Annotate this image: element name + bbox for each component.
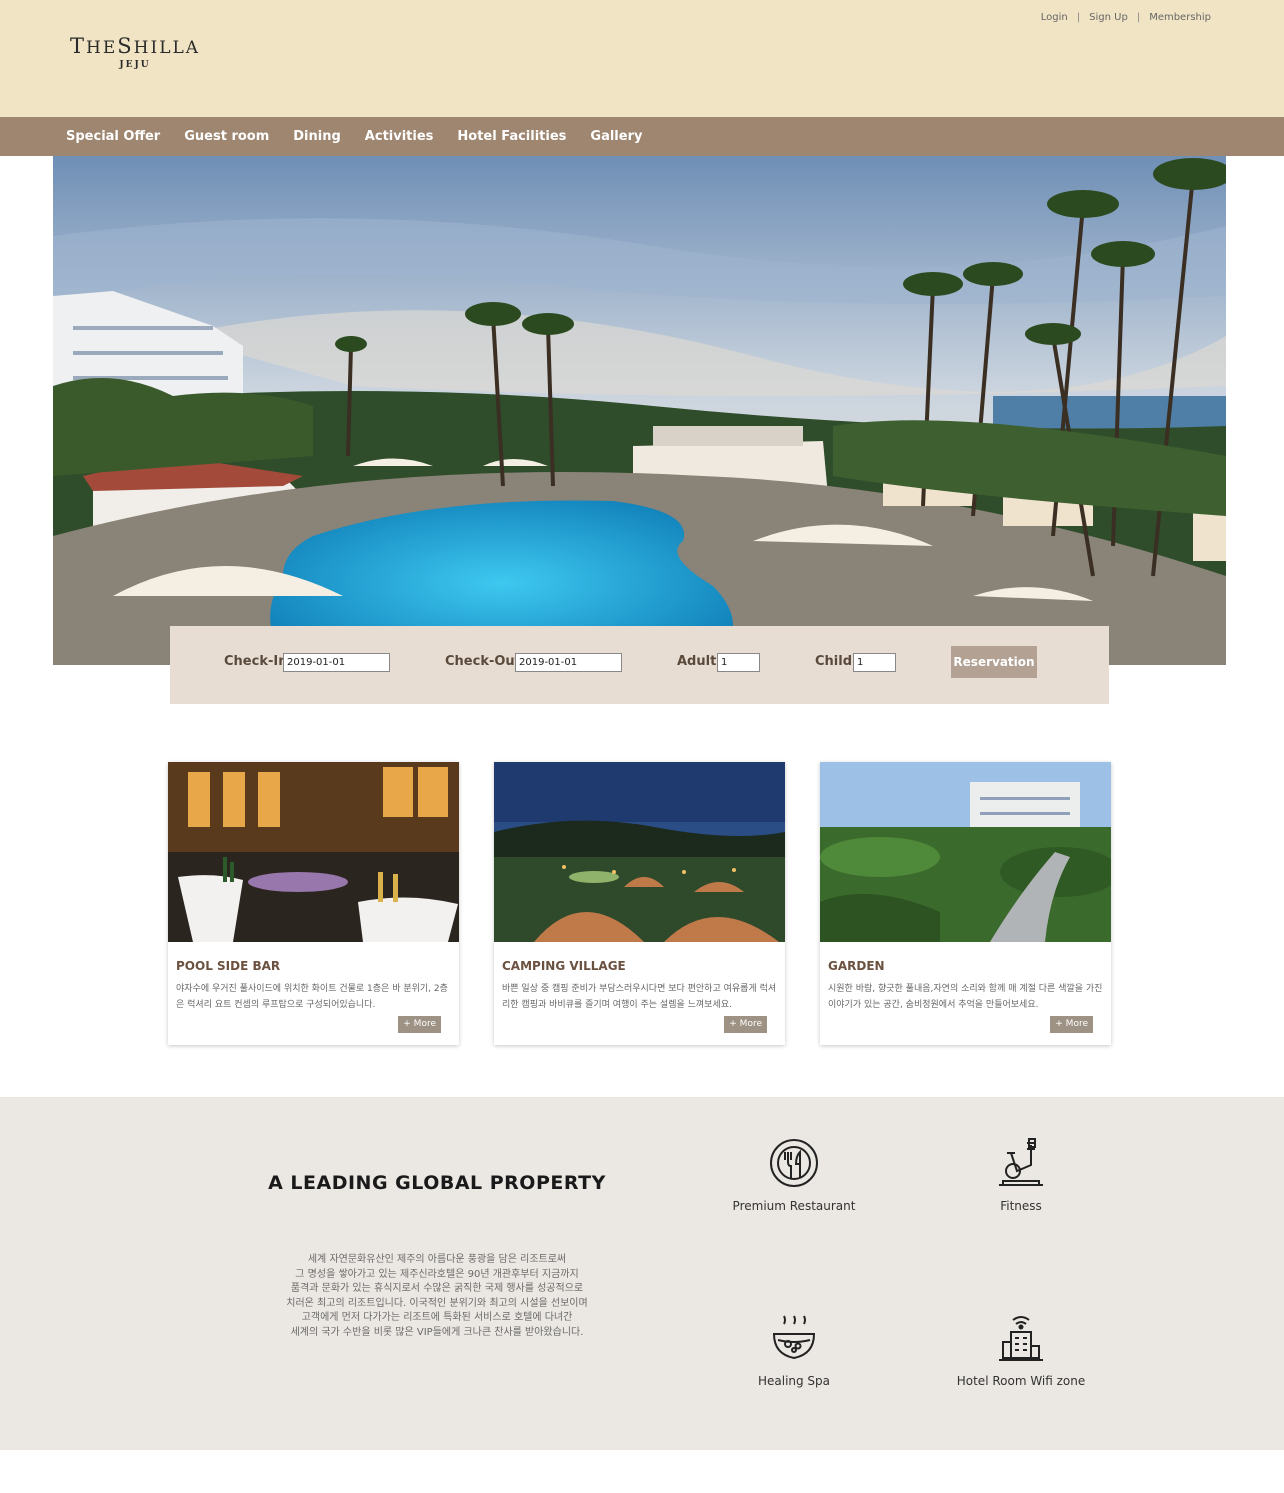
logo[interactable]: THESHILLA JEJU (70, 34, 200, 70)
divider: | (1076, 12, 1081, 23)
spa-bowl-icon (766, 1310, 822, 1366)
property-description: 세계 자연문화유산인 제주의 아름다운 풍광을 담은 리조트로써 그 명성을 쌓… (230, 1253, 644, 1340)
divider: | (1136, 12, 1141, 23)
child-label: Child (815, 654, 853, 669)
fitness-bike-icon (993, 1135, 1049, 1191)
card-camping-village: CAMPING VILLAGE 바쁜 일상 중 캠핑 준비가 부담스러우시다면 … (494, 762, 785, 1045)
more-button[interactable]: + More (398, 1016, 441, 1033)
reservation-button[interactable]: Reservation (951, 646, 1037, 678)
more-button[interactable]: + More (724, 1016, 767, 1033)
logo-wordmark: THESHILLA (70, 34, 201, 58)
card-title: CAMPING VILLAGE (502, 959, 626, 973)
card-garden: GARDEN 시원한 바람, 향긋한 풀내음,자연의 소리와 함께 매 계절 다… (820, 762, 1111, 1045)
restaurant-icon (766, 1135, 822, 1191)
feature-label: Fitness (1000, 1199, 1042, 1213)
wifi-building-icon (993, 1310, 1049, 1366)
feature-label: Premium Restaurant (732, 1199, 856, 1213)
card-title: GARDEN (828, 959, 885, 973)
description-line: 고객에게 먼저 다가가는 리조트에 특화된 서비스로 호텔에 다녀간 (301, 1312, 573, 1323)
property-title: A LEADING GLOBAL PROPERTY (268, 1172, 606, 1194)
checkin-input[interactable] (283, 653, 390, 672)
feature-wifi-zone: Hotel Room Wifi zone (921, 1310, 1121, 1388)
checkin-label: Check-In (224, 654, 288, 669)
adult-label: Adult (677, 654, 717, 669)
card-description: 시원한 바람, 향긋한 풀내음,자연의 소리와 함께 매 계절 다른 색깔을 가… (828, 984, 1103, 1010)
membership-link[interactable]: Membership (1149, 12, 1211, 23)
checkout-label: Check-Out (445, 654, 521, 669)
logo-subtitle: JEJU (119, 60, 151, 70)
card-image (820, 762, 1111, 942)
feature-fitness: Fitness (921, 1135, 1121, 1213)
more-button[interactable]: + More (1050, 1016, 1093, 1033)
feature-premium-restaurant: Premium Restaurant (694, 1135, 894, 1213)
card-title: POOL SIDE BAR (176, 959, 281, 973)
child-input[interactable] (853, 653, 896, 672)
utility-links: Login | Sign Up | Membership (1041, 12, 1211, 23)
nav-dining[interactable]: Dining (293, 129, 341, 144)
card-pool-side-bar: POOL SIDE BAR 야자수에 우거진 풀사이드에 위치한 화이트 건물로… (168, 762, 459, 1045)
card-image (168, 762, 459, 942)
reservation-bar: Check-In Check-Out Adult Child Reservati… (170, 626, 1109, 704)
description-line: 세계 자연문화유산인 제주의 아름다운 풍광을 담은 리조트로써 (307, 1254, 567, 1265)
property-section: A LEADING GLOBAL PROPERTY 세계 자연문화유산인 제주의… (0, 1097, 1284, 1450)
nav-hotel-facilities[interactable]: Hotel Facilities (457, 129, 566, 144)
feature-label: Hotel Room Wifi zone (956, 1374, 1086, 1388)
signup-link[interactable]: Sign Up (1089, 12, 1128, 23)
adult-input[interactable] (717, 653, 760, 672)
card-image (494, 762, 785, 942)
description-line: 세계의 국가 수반을 비롯 많은 VIP들에게 크나큰 찬사를 받아왔습니다. (290, 1326, 584, 1338)
nav-special-offer[interactable]: Special Offer (66, 129, 160, 144)
main-nav: Special Offer Guest room Dining Activiti… (0, 117, 1284, 156)
login-link[interactable]: Login (1041, 12, 1068, 23)
header: THESHILLA JEJU Login | Sign Up | Members… (0, 0, 1284, 117)
description-line: 치러온 최고의 리조트입니다. 이국적인 분위기와 최고의 시설을 선보이며 (286, 1297, 588, 1309)
nav-guest-room[interactable]: Guest room (184, 129, 269, 144)
nav-gallery[interactable]: Gallery (590, 129, 642, 144)
feature-label: Healing Spa (757, 1374, 831, 1388)
description-line: 품격과 문화가 있는 휴식지로서 수많은 굵직한 국제 행사를 성공적으로 (290, 1283, 584, 1294)
feature-healing-spa: Healing Spa (694, 1310, 894, 1388)
description-line: 그 명성을 쌓아가고 있는 제주신라호텔은 90년 개관후부터 지금까지 (295, 1268, 579, 1280)
nav-activities[interactable]: Activities (365, 129, 434, 144)
hero-image (53, 156, 1226, 665)
checkout-input[interactable] (515, 653, 622, 672)
card-description: 바쁜 일상 중 캠핑 준비가 부담스러우시다면 보다 편안하고 여유롭게 럭셔리… (502, 984, 777, 1010)
card-description: 야자수에 우거진 풀사이드에 위치한 화이트 건물로 1층은 바 분위기, 2층… (176, 984, 448, 1010)
